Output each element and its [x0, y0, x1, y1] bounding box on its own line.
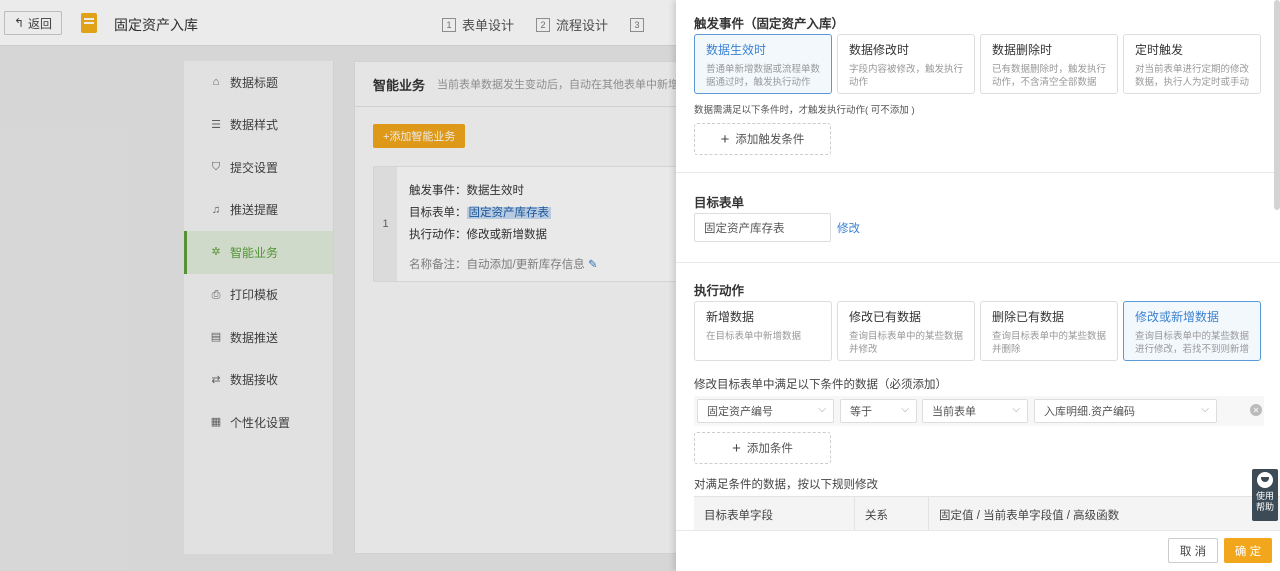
condition-value-select[interactable]: 入库明细.资产编码 ⌵	[1034, 399, 1217, 423]
target-section-title: 目标表单	[694, 196, 745, 210]
remove-condition-icon[interactable]: ✕	[1250, 404, 1262, 416]
condition-source-select[interactable]: 当前表单 ⌵	[922, 399, 1028, 423]
drawer-content: 触发事件（固定资产入库） 数据生效时 普通单新增数据或流程单数据通过时，触发执行…	[676, 0, 1280, 530]
card-title: 修改已有数据	[849, 310, 922, 324]
card-title: 新增数据	[706, 310, 755, 324]
modal-overlay[interactable]	[0, 0, 676, 571]
help-label-line2: 帮助	[1255, 502, 1274, 512]
section-divider	[676, 172, 1280, 173]
card-desc: 查询目标表单中的某些数据并删除	[992, 331, 1107, 355]
card-desc: 对当前表单进行定期的修改数据，执行人为定时或手动	[1135, 64, 1250, 88]
target-form-input[interactable]: 固定资产库存表	[694, 213, 831, 242]
plus-icon: +	[720, 130, 730, 148]
trigger-card-data-effective[interactable]: 数据生效时 普通单新增数据或流程单数据通过时，触发执行动作	[694, 34, 832, 94]
card-desc: 已有数据删除时，触发执行动作，不含清空全部数据	[992, 64, 1107, 88]
card-desc: 查询目标表单中的某些数据并修改	[849, 331, 964, 355]
plus-icon: +	[732, 439, 741, 457]
condition-field-select[interactable]: 固定资产编号 ⌵	[697, 399, 834, 423]
card-title: 修改或新增数据	[1135, 310, 1220, 324]
card-title: 定时触发	[1135, 43, 1184, 57]
action-section-title: 执行动作	[694, 284, 745, 298]
action-card-delete-data[interactable]: 删除已有数据 查询目标表单中的某些数据并删除	[980, 301, 1118, 361]
drawer-footer: 取 消 确 定	[676, 530, 1280, 571]
modify-target-link[interactable]: 修改	[837, 220, 860, 236]
condition-hint: 修改目标表单中满足以下条件的数据（必须添加）	[694, 379, 947, 391]
card-desc: 在目标表单中新增数据	[706, 331, 802, 342]
card-desc: 普通单新增数据或流程单数据通过时，触发执行动作	[706, 64, 821, 88]
scrollbar[interactable]	[1274, 0, 1280, 210]
cancel-button[interactable]: 取 消	[1168, 538, 1218, 563]
table-header-value: 固定值 / 当前表单字段值 / 高级函数	[928, 497, 1280, 530]
chevron-down-icon: ⌵	[901, 404, 909, 415]
card-title: 数据生效时	[706, 43, 767, 57]
chevron-down-icon: ⌵	[1201, 404, 1209, 415]
table-header-relation: 关系	[854, 497, 928, 530]
action-card-add-data[interactable]: 新增数据 在目标表单中新增数据	[694, 301, 832, 361]
condition-operator-value: 等于	[850, 406, 872, 418]
help-label-line1: 使用	[1255, 491, 1274, 501]
card-desc: 查询目标表单中的某些数据进行修改，若找不到则新增	[1135, 331, 1250, 355]
support-agent-icon	[1257, 472, 1273, 488]
card-title: 删除已有数据	[992, 310, 1065, 324]
condition-field-value: 固定资产编号	[707, 406, 773, 418]
chevron-down-icon: ⌵	[818, 404, 826, 415]
help-button[interactable]: 使用 帮助	[1252, 469, 1278, 521]
action-card-modify-or-add[interactable]: 修改或新增数据 查询目标表单中的某些数据进行修改，若找不到则新增	[1123, 301, 1261, 361]
rule-editor-drawer: 触发事件（固定资产入库） 数据生效时 普通单新增数据或流程单数据通过时，触发执行…	[676, 0, 1280, 571]
condition-operator-select[interactable]: 等于 ⌵	[840, 399, 917, 423]
table-header-target-field: 目标表单字段	[704, 509, 773, 522]
trigger-card-data-deleted[interactable]: 数据删除时 已有数据删除时，触发执行动作，不含清空全部数据	[980, 34, 1118, 94]
trigger-card-data-modified[interactable]: 数据修改时 字段内容被修改，触发执行动作	[837, 34, 975, 94]
section-divider	[676, 262, 1280, 263]
add-condition-button[interactable]: + 添加条件	[694, 432, 831, 464]
add-trigger-condition-label: 添加触发条件	[735, 134, 805, 146]
trigger-card-scheduled[interactable]: 定时触发 对当前表单进行定期的修改数据，执行人为定时或手动	[1123, 34, 1261, 94]
trigger-section-title: 触发事件（固定资产入库）	[694, 17, 845, 31]
chevron-down-icon: ⌵	[1012, 404, 1020, 415]
rule-table-header: 目标表单字段 关系 固定值 / 当前表单字段值 / 高级函数	[694, 496, 1280, 530]
condition-row: 固定资产编号 ⌵ 等于 ⌵ 当前表单 ⌵ 入库明细.资产编码 ⌵ ✕	[694, 396, 1264, 426]
trigger-condition-hint: 数据需满足以下条件时，才触发执行动作( 可不添加 )	[694, 105, 915, 116]
card-title: 数据删除时	[992, 43, 1053, 57]
add-trigger-condition-button[interactable]: + 添加触发条件	[694, 123, 831, 155]
confirm-button[interactable]: 确 定	[1224, 538, 1272, 563]
card-desc: 字段内容被修改，触发执行动作	[849, 64, 964, 88]
card-title: 数据修改时	[849, 43, 910, 57]
add-condition-label: 添加条件	[746, 443, 793, 455]
condition-value-text: 入库明细.资产编码	[1044, 406, 1136, 418]
condition-source-value: 当前表单	[932, 406, 976, 418]
rule-hint: 对满足条件的数据，按以下规则修改	[694, 479, 878, 491]
action-card-modify-data[interactable]: 修改已有数据 查询目标表单中的某些数据并修改	[837, 301, 975, 361]
